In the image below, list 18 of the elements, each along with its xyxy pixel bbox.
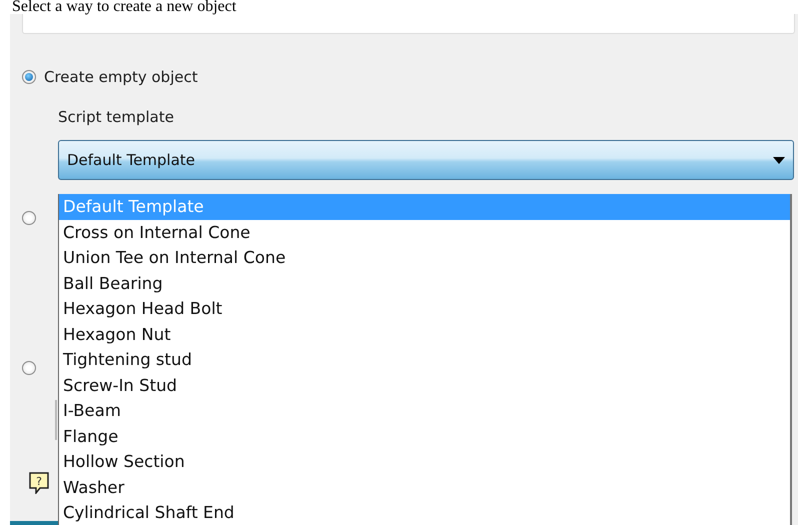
- dropdown-item[interactable]: Hexagon Nut: [59, 322, 790, 347]
- caret-icon: [773, 156, 785, 164]
- radio-button[interactable]: [22, 70, 36, 84]
- dropdown-item[interactable]: Hollow Section: [59, 449, 790, 474]
- dropdown-item[interactable]: Washer: [59, 474, 790, 500]
- dropdown-item[interactable]: Cylindrical Shaft End: [59, 500, 790, 525]
- radio-label: Create empty object: [44, 68, 198, 86]
- dropdown-item[interactable]: Cross on Internal Cone: [59, 220, 790, 245]
- dropdown-item[interactable]: Tightening stud: [59, 347, 790, 372]
- dropdown-item[interactable]: Ball Bearing: [59, 270, 790, 296]
- dropdown-item[interactable]: I-Beam: [59, 398, 790, 424]
- field-label: Script template: [58, 108, 175, 126]
- dropdown-item[interactable]: Hexagon Head Bolt: [59, 296, 790, 322]
- template-dropdown[interactable]: Default Template: [58, 140, 794, 180]
- dropdown-item[interactable]: Flange: [59, 424, 790, 449]
- dropdown-item[interactable]: Screw-In Stud: [59, 372, 790, 398]
- section-title: Select a way to create a new object: [11, 0, 238, 14]
- dropdown-item[interactable]: Union Tee on Internal Cone: [59, 245, 790, 270]
